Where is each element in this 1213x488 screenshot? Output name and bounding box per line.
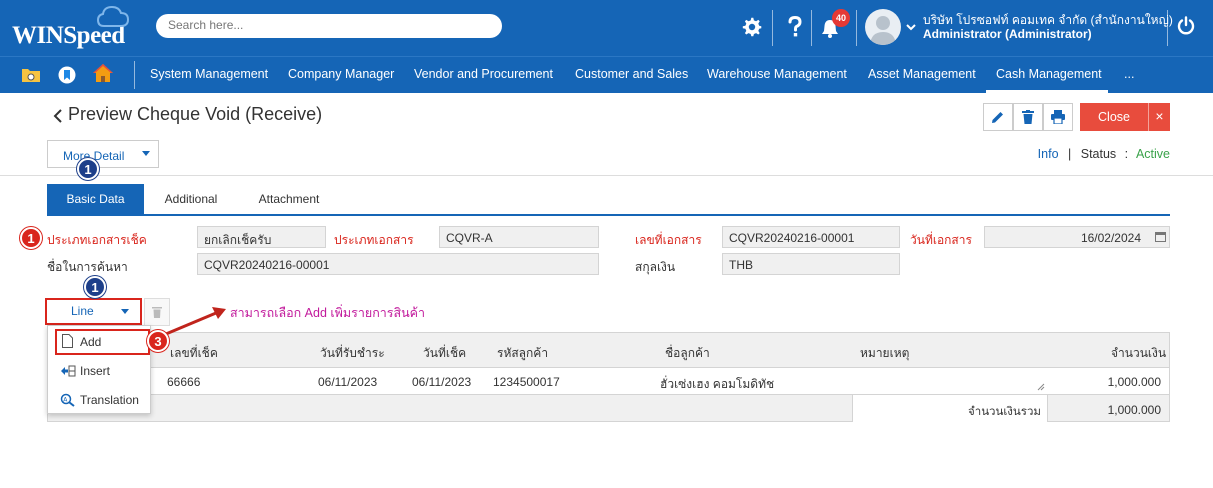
customer-name-cell[interactable]: ฮั่วเซ่งเฮง คอมโมดิทัช: [660, 375, 774, 394]
column-header[interactable]: วันที่รับชำระ: [320, 344, 385, 363]
menu-item-insert[interactable]: Insert: [48, 357, 152, 383]
tab-basic-data[interactable]: Basic Data: [47, 184, 144, 215]
nav-vendor-procurement[interactable]: Vendor and Procurement: [414, 67, 553, 81]
column-header[interactable]: จำนวนเงิน: [1111, 344, 1166, 363]
chevron-down-icon[interactable]: [906, 23, 916, 31]
help-icon[interactable]: [787, 16, 803, 38]
notification-badge: 40: [832, 9, 850, 27]
user-name: Administrator (Administrator): [923, 27, 1092, 41]
currency-field[interactable]: THB: [722, 253, 900, 275]
column-header[interactable]: เลขที่เช็ค: [170, 344, 218, 363]
page-title: Preview Cheque Void (Receive): [68, 104, 323, 124]
menu-item-label: Translation: [80, 393, 139, 407]
resize-handle-icon[interactable]: [1037, 383, 1045, 391]
column-header[interactable]: ชื่อลูกค้า: [665, 344, 710, 363]
nav-customer-sales[interactable]: Customer and Sales: [575, 67, 688, 81]
doc-date-field[interactable]: 16/02/2024: [984, 226, 1170, 248]
printer-icon: [1051, 110, 1065, 124]
top-bar: WINSpeed Search here... 40 บริษัท โปรซอฟ…: [0, 0, 1213, 56]
doc-type-label: ประเภทเอกสาร: [334, 233, 414, 247]
doc-no-field[interactable]: CQVR20240216-00001: [722, 226, 900, 248]
avatar[interactable]: [865, 9, 901, 45]
cheque-date-cell[interactable]: 06/11/2023: [412, 375, 471, 389]
divider: [811, 10, 812, 46]
total-value: 1,000.000: [1107, 403, 1161, 417]
nav-more[interactable]: ...: [1124, 67, 1134, 81]
search-input[interactable]: Search here...: [156, 14, 502, 38]
nav-system-management[interactable]: System Management: [150, 67, 268, 81]
tab-attachment[interactable]: Attachment: [246, 184, 332, 215]
divider: [1167, 10, 1168, 46]
caret-down-icon: [142, 151, 150, 156]
delete-button[interactable]: [1013, 103, 1043, 131]
info-status: Info | Status : Active: [1038, 147, 1170, 161]
grid-footer: จำนวนเงินรวม 1,000.000: [48, 394, 1169, 422]
status-badge: Active: [1135, 147, 1170, 161]
divider: [0, 175, 1213, 176]
search-name-label: ชื่อในการค้นหา: [47, 260, 128, 274]
winspeed-logo[interactable]: WINSpeed: [12, 5, 137, 50]
home-icon[interactable]: [92, 63, 114, 83]
trash-icon: [1022, 110, 1034, 124]
status-label: Status: [1080, 147, 1117, 161]
receive-date-cell[interactable]: 06/11/2023: [318, 375, 377, 389]
cheque-doc-type-label: ประเภทเอกสารเช็ค: [47, 233, 147, 247]
info-link[interactable]: Info: [1038, 147, 1059, 161]
nav-asset-management[interactable]: Asset Management: [868, 67, 976, 81]
user-icon: [870, 16, 896, 45]
pencil-icon: [992, 112, 1003, 123]
status-colon: :: [1124, 147, 1129, 161]
cloud-icon: [96, 5, 130, 27]
step-marker: 1: [84, 276, 106, 298]
translate-icon: A: [60, 393, 75, 407]
cheque-doc-type-field[interactable]: ยกเลิกเช็ครับ: [197, 226, 326, 248]
divider: [856, 10, 857, 46]
tab-underline: [47, 214, 1170, 216]
caret-down-icon: [121, 309, 129, 314]
add-highlight-box: [55, 329, 150, 355]
main-nav: System Management Company Manager Vendor…: [0, 56, 1213, 93]
divider: [772, 10, 773, 46]
folder-icon[interactable]: [21, 66, 41, 84]
step-marker: 1: [77, 158, 99, 180]
insert-rows-icon: [61, 365, 76, 377]
nav-cash-management[interactable]: Cash Management: [996, 67, 1102, 81]
customer-code-cell[interactable]: 1234500017: [493, 375, 560, 389]
divider: [134, 61, 135, 89]
nav-warehouse-management[interactable]: Warehouse Management: [707, 67, 847, 81]
amount-cell[interactable]: 1,000.000: [1108, 375, 1161, 389]
cheque-grid: เลขที่เช็ค วันที่รับชำระ วันที่เช็ค รหัส…: [47, 332, 1170, 422]
close-x-button[interactable]: ×: [1148, 103, 1170, 131]
step-marker: 3: [147, 330, 169, 352]
cheque-no-cell[interactable]: 66666: [167, 375, 200, 389]
menu-item-label: Insert: [80, 364, 111, 378]
power-icon[interactable]: [1176, 16, 1196, 36]
step-marker: 1: [20, 227, 42, 249]
gear-icon[interactable]: [742, 17, 762, 37]
edit-button[interactable]: [983, 103, 1013, 131]
menu-item-translation[interactable]: A Translation: [48, 386, 152, 412]
close-button[interactable]: Close: [1080, 103, 1148, 131]
search-name-field[interactable]: CQVR20240216-00001: [197, 253, 599, 275]
column-header[interactable]: วันที่เช็ค: [423, 344, 466, 363]
print-button[interactable]: [1043, 103, 1073, 131]
doc-date-label: วันที่เอกสาร: [910, 233, 972, 247]
bookmark-icon[interactable]: [58, 65, 76, 85]
column-header[interactable]: หมายเหตุ: [860, 344, 909, 363]
back-chevron-icon[interactable]: [53, 109, 63, 123]
add-hint-text: สามารถเลือก Add เพิ่มรายการสินค้า: [230, 306, 426, 320]
tab-additional[interactable]: Additional: [148, 184, 234, 215]
currency-label: สกุลเงิน: [635, 260, 676, 274]
nav-active-indicator: [986, 90, 1108, 93]
separator: |: [1068, 147, 1072, 161]
doc-no-label: เลขที่เอกสาร: [635, 233, 702, 247]
column-header[interactable]: รหัสลูกค้า: [497, 344, 548, 363]
total-label: จำนวนเงินรวม: [968, 406, 1041, 418]
calendar-icon[interactable]: [1155, 231, 1166, 242]
total-label-cell: จำนวนเงินรวม: [852, 395, 1048, 422]
doc-type-field[interactable]: CQVR-A: [439, 226, 599, 248]
nav-company-manager[interactable]: Company Manager: [288, 67, 394, 81]
